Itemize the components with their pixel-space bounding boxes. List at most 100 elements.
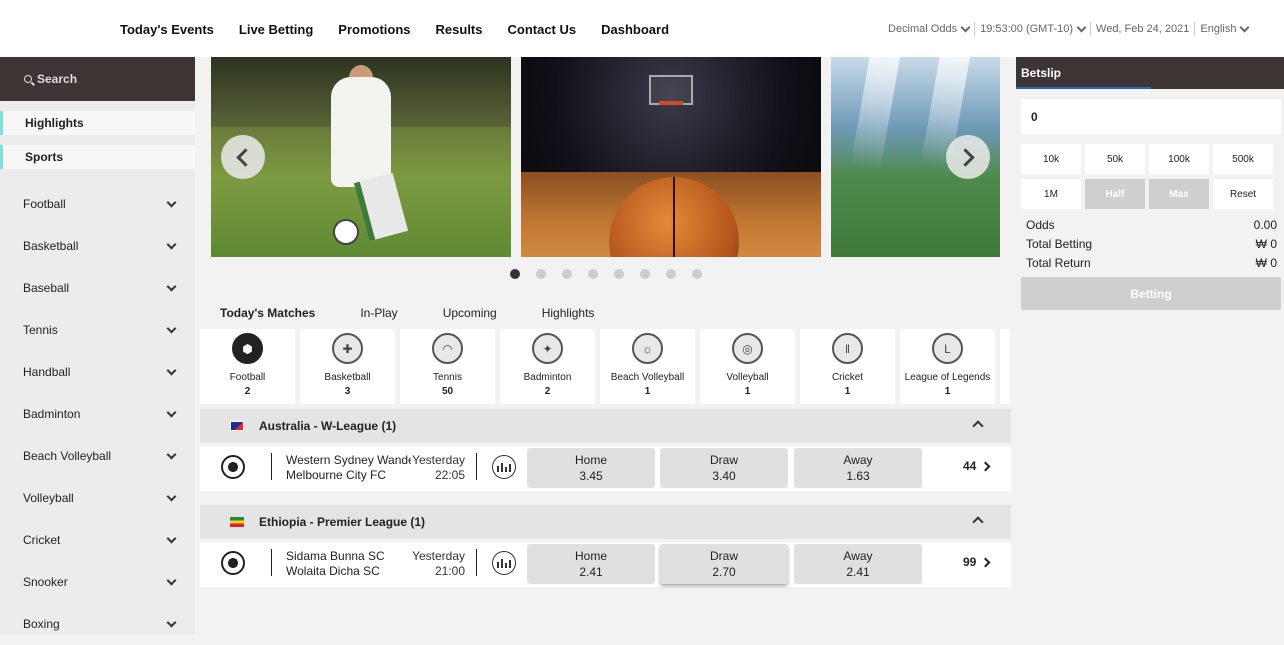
sport-card-count: 1 <box>644 386 651 397</box>
chevron-down-icon <box>166 449 177 459</box>
away-odds-button[interactable]: Away 2.41 <box>794 544 922 584</box>
sidebar-item-highlights[interactable]: Highlights <box>0 111 195 135</box>
sidebar-item-badminton[interactable]: Badminton <box>0 393 195 435</box>
odds-label: Home <box>574 549 607 563</box>
max-button[interactable]: Max <box>1149 179 1209 209</box>
sidebar-item-label: Snooker <box>23 575 68 589</box>
nav-results[interactable]: Results <box>436 22 483 37</box>
sidebar-item-basketball[interactable]: Basketball <box>0 225 195 267</box>
sport-card-basketball[interactable]: ✚ Basketball 3 <box>300 329 395 404</box>
amount-50k-button[interactable]: 50k <box>1085 144 1145 174</box>
top-bar: Today's Events Live Betting Promotions R… <box>0 0 1284 57</box>
sidebar-item-boxing[interactable]: Boxing <box>0 603 195 645</box>
tab-highlights[interactable]: Highlights <box>542 306 595 320</box>
tab-upcoming[interactable]: Upcoming <box>443 306 497 320</box>
carousel-dot[interactable] <box>666 269 676 279</box>
more-markets-link[interactable]: 99 <box>963 555 991 569</box>
statistics-icon[interactable] <box>492 455 516 479</box>
betslip-header[interactable]: Betslip <box>1016 57 1284 89</box>
search-label: Search <box>37 72 78 86</box>
total-return-value: ₩ 0 <box>1255 255 1277 270</box>
home-odds-button[interactable]: Home 3.45 <box>527 448 655 488</box>
sidebar-item-beach-volleyball[interactable]: Beach Volleyball <box>0 435 195 477</box>
sport-card-tennis[interactable]: ◠ Tennis 50 <box>400 329 495 404</box>
sidebar-item-baseball[interactable]: Baseball <box>0 267 195 309</box>
sidebar-item-snooker[interactable]: Snooker <box>0 561 195 603</box>
carousel-dot[interactable] <box>562 269 572 279</box>
nav-live-betting[interactable]: Live Betting <box>239 22 313 37</box>
language-select[interactable]: English <box>1200 22 1250 35</box>
sidebar-item-tennis[interactable]: Tennis <box>0 309 195 351</box>
match-teams: Western Sydney Wanderers Melbourne City … <box>286 453 411 483</box>
basketball-banner-image[interactable] <box>521 57 821 257</box>
amount-500k-button[interactable]: 500k <box>1213 144 1273 174</box>
chevron-left-icon <box>236 147 255 167</box>
carousel-dot[interactable] <box>588 269 598 279</box>
carousel-prev-button[interactable] <box>221 135 265 179</box>
nav-todays-events[interactable]: Today's Events <box>120 22 214 37</box>
more-markets-link[interactable]: 44 <box>963 459 991 473</box>
beach-volleyball-icon: ☼ <box>632 333 663 364</box>
chevron-up-icon[interactable] <box>972 516 984 528</box>
sidebar-item-label: Beach Volleyball <box>23 449 112 463</box>
tab-todays-matches[interactable]: Today's Matches <box>220 306 315 320</box>
half-button[interactable]: Half <box>1085 179 1145 209</box>
odds-format-select[interactable]: Decimal Odds <box>888 22 971 35</box>
ball-seam <box>673 177 675 257</box>
sidebar-item-volleyball[interactable]: Volleyball <box>0 477 195 519</box>
chevron-up-icon[interactable] <box>972 420 984 432</box>
sport-card-overflow[interactable] <box>1000 329 1010 404</box>
carousel-next-button[interactable] <box>946 135 990 179</box>
nav-contact-us[interactable]: Contact Us <box>508 22 577 37</box>
tab-in-play[interactable]: In-Play <box>360 306 397 320</box>
carousel-dot[interactable] <box>692 269 702 279</box>
tennis-icon: ◠ <box>432 333 463 364</box>
more-markets-count: 44 <box>963 459 977 473</box>
league-header[interactable]: Australia - W-League (1) <box>200 409 1011 443</box>
amount-1m-button[interactable]: 1M <box>1021 179 1081 209</box>
player-leg <box>353 172 409 242</box>
sidebar-item-cricket[interactable]: Cricket <box>0 519 195 561</box>
match-day: Yesterday <box>412 549 465 563</box>
place-bet-button[interactable]: Betting <box>1021 277 1281 310</box>
sidebar-item-handball[interactable]: Handball <box>0 351 195 393</box>
odds-value: 3.45 <box>579 469 603 483</box>
statistics-icon[interactable] <box>492 551 516 575</box>
chevron-down-icon <box>166 407 177 417</box>
draw-odds-button[interactable]: Draw 2.70 <box>660 544 788 584</box>
amount-100k-button[interactable]: 100k <box>1149 144 1209 174</box>
sport-card-cricket[interactable]: ‖ Cricket 1 <box>800 329 895 404</box>
carousel-dot[interactable] <box>536 269 546 279</box>
reset-button[interactable]: Reset <box>1213 179 1273 209</box>
odds-value: 2.70 <box>712 565 736 579</box>
home-odds-button[interactable]: Home 2.41 <box>527 544 655 584</box>
sport-card-league-of-legends[interactable]: L League of Legends 1 <box>900 329 995 404</box>
bet-amount-input[interactable]: 0 <box>1021 99 1281 134</box>
total-betting-row: Total Betting ₩ 0 <box>1016 234 1284 253</box>
search-bar[interactable]: Search <box>0 57 195 101</box>
league-header[interactable]: Ethiopia - Premier League (1) <box>200 505 1011 539</box>
sport-filter-cards: ⬢ Football 2 ✚ Basketball 3 ◠ Tennis 50 … <box>200 329 1010 404</box>
amount-10k-button[interactable]: 10k <box>1021 144 1081 174</box>
sidebar-item-sports[interactable]: Sports <box>0 145 195 169</box>
draw-odds-button[interactable]: Draw 3.40 <box>660 448 788 488</box>
timezone-select[interactable]: 19:53:00 (GMT-10) <box>980 22 1087 35</box>
sport-card-name: Basketball <box>324 372 371 383</box>
sport-list: Football Basketball Baseball Tennis Hand… <box>0 183 195 645</box>
football-icon: ⬢ <box>232 333 263 364</box>
quick-amount-buttons: 10k 50k 100k 500k 1M Half Max Reset <box>1021 144 1281 209</box>
nav-dashboard[interactable]: Dashboard <box>601 22 669 37</box>
sport-card-name: Beach Volleyball <box>610 372 685 383</box>
total-betting-value: ₩ 0 <box>1255 236 1277 251</box>
sport-card-volleyball[interactable]: ◎ Volleyball 1 <box>700 329 795 404</box>
nav-promotions[interactable]: Promotions <box>338 22 410 37</box>
carousel-dot[interactable] <box>640 269 650 279</box>
sport-card-badminton[interactable]: ✦ Badminton 2 <box>500 329 595 404</box>
carousel-dot[interactable] <box>510 269 520 279</box>
carousel-dot[interactable] <box>614 269 624 279</box>
sport-card-beach-volleyball[interactable]: ☼ Beach Volleyball 1 <box>600 329 695 404</box>
chevron-down-icon <box>166 323 177 333</box>
sport-card-football[interactable]: ⬢ Football 2 <box>200 329 295 404</box>
away-odds-button[interactable]: Away 1.63 <box>794 448 922 488</box>
sidebar-item-football[interactable]: Football <box>0 183 195 225</box>
